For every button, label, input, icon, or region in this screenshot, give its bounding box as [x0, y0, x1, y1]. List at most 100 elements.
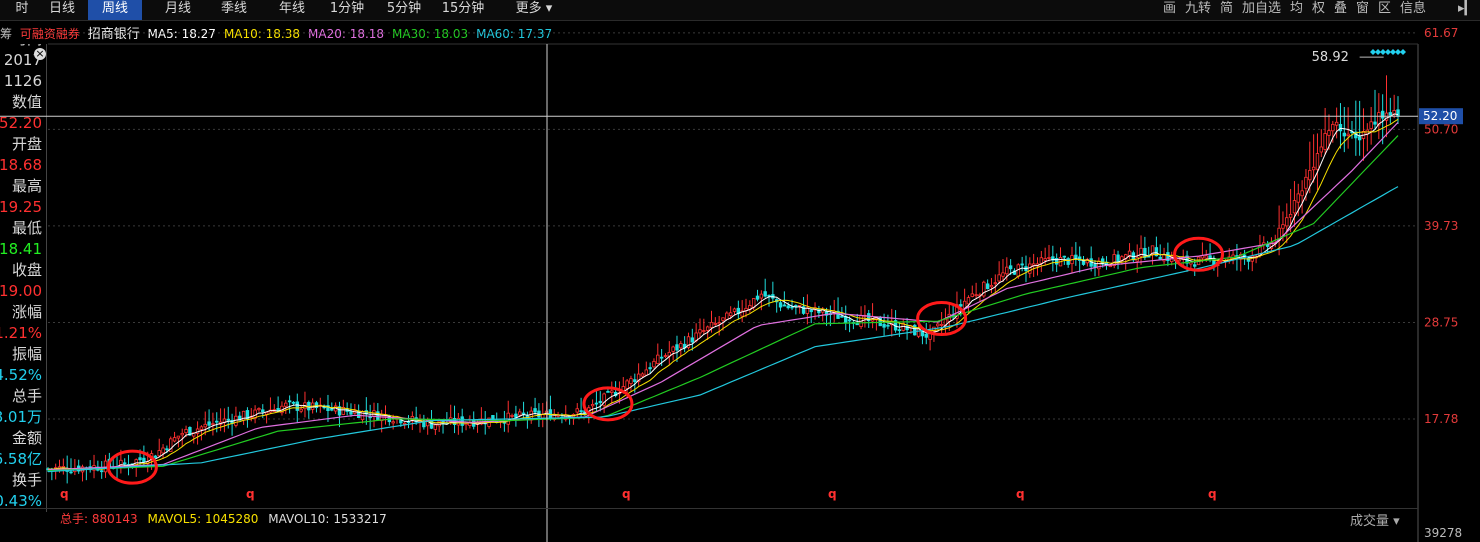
candle-body: [886, 324, 890, 327]
candle-body: [633, 379, 637, 382]
candle-body: [1315, 153, 1320, 170]
candle-body: [985, 283, 990, 290]
candle-body: [1158, 256, 1162, 260]
candle-body: [966, 297, 971, 305]
candle-body: [648, 367, 652, 370]
candle-body: [594, 402, 599, 405]
y-tick-label: 17.78: [1424, 412, 1458, 426]
candle-body: [1331, 123, 1335, 132]
candle-body: [717, 322, 721, 325]
candle-body: [1062, 255, 1067, 258]
candle-body: [974, 294, 978, 297]
candle-body: [698, 329, 702, 334]
candle-body: [199, 426, 204, 430]
candle-body: [153, 455, 158, 458]
candle-body: [659, 356, 664, 359]
candle-body: [1281, 224, 1285, 229]
candle-body: [625, 380, 629, 389]
candle-body: [1039, 257, 1044, 264]
candle-body: [1319, 146, 1323, 153]
candle-body: [652, 360, 656, 368]
candle-body: [299, 408, 303, 412]
candle-body: [1342, 132, 1347, 137]
candle-body: [257, 408, 261, 411]
candle-body: [1043, 258, 1047, 261]
candle-body: [203, 423, 207, 428]
candle-body: [207, 421, 211, 426]
volume-value: 880143: [91, 512, 138, 526]
candle-body: [1066, 258, 1070, 265]
candle-body: [962, 300, 967, 309]
candle-body: [855, 323, 859, 326]
mavol5-value: 1045280: [204, 512, 259, 526]
volume-info-bar: 总手: 880143 MAVOL5: 1045280 MAVOL10: 1533…: [0, 508, 1418, 529]
candle-body: [1300, 190, 1304, 197]
candle-body: [1334, 121, 1339, 126]
candle-body: [518, 411, 522, 416]
candle-body: [778, 302, 783, 308]
candle-body: [970, 293, 974, 297]
candle-body: [713, 322, 718, 325]
candle-body: [809, 309, 813, 313]
candle-body: [1093, 264, 1097, 268]
candle-body: [629, 378, 633, 384]
candle-body: [606, 390, 610, 393]
candle-body: [575, 408, 579, 413]
candle-body: [261, 409, 265, 413]
y-tick-label: 39.73: [1424, 219, 1458, 233]
candle-body: [287, 400, 292, 403]
event-marker: q: [60, 487, 69, 501]
candle-body: [1116, 254, 1120, 262]
candle-body: [1338, 123, 1343, 132]
candle-body: [598, 400, 602, 404]
candle-body: [993, 282, 998, 285]
mavol10-value: 1533217: [333, 512, 387, 526]
candle-body: [1028, 263, 1032, 274]
event-marker: q: [1208, 487, 1217, 501]
candle-body: [172, 437, 177, 442]
candle-body: [1020, 263, 1024, 266]
volume-label: 总手:: [60, 512, 89, 526]
candle-body: [1097, 260, 1101, 270]
candle-body: [590, 404, 595, 407]
candle-body: [142, 457, 146, 463]
ma30-line: [47, 135, 1399, 472]
volume-indicator-dropdown[interactable]: 成交量 ▾: [1350, 510, 1400, 529]
candle-body: [916, 328, 921, 337]
y-tick-label: 50.70: [1424, 122, 1458, 136]
max-price-label: 58.92: [1312, 50, 1349, 65]
candle-body: [1285, 217, 1289, 227]
candle-body: [1288, 213, 1293, 218]
candle-body: [663, 355, 668, 357]
candle-body: [675, 344, 679, 351]
candle-body: [640, 373, 645, 377]
candle-body: [610, 390, 614, 393]
candle-body: [721, 317, 725, 321]
candle-body: [989, 285, 994, 288]
candle-body: [433, 424, 438, 430]
candle-body: [656, 354, 660, 364]
candle-body: [402, 422, 407, 425]
candle-body: [897, 329, 902, 332]
candle-body: [460, 416, 464, 426]
candle-body: [349, 410, 353, 415]
candle-body: [138, 457, 142, 461]
candle-body: [959, 304, 963, 307]
candle-body: [103, 460, 108, 473]
candle-body: [725, 312, 729, 320]
candle-body: [180, 432, 184, 436]
ma5-line: [47, 113, 1399, 471]
candle-body: [1311, 166, 1316, 171]
candle-body: [1304, 176, 1308, 189]
candle-body: [161, 447, 165, 454]
candle-body: [1193, 264, 1197, 267]
candle-body: [782, 304, 787, 307]
candle-body: [1292, 200, 1297, 214]
candle-body: [284, 402, 288, 407]
candle-body: [1001, 272, 1005, 277]
candle-body: [709, 321, 714, 328]
candle-body: [840, 315, 844, 318]
candle-body: [939, 323, 944, 326]
candle-body: [1369, 121, 1373, 129]
arrow-marker: [1400, 49, 1406, 55]
